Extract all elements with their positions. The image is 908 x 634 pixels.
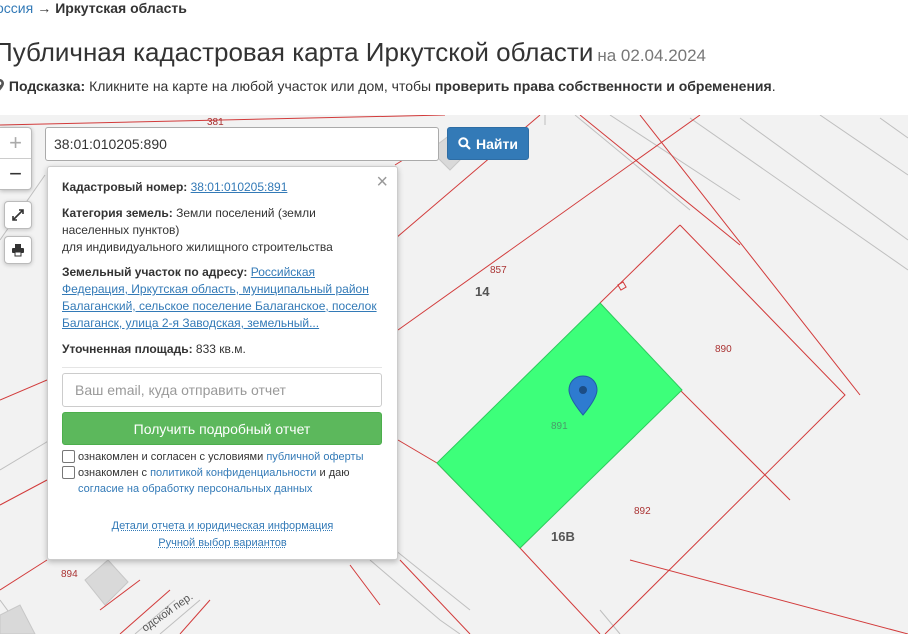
privacy-checkbox[interactable]	[62, 466, 75, 479]
label-857: 857	[490, 265, 507, 276]
address-link-line3[interactable]: Балаганский, сельское поселение Балаганс…	[62, 299, 377, 313]
land-category-label: Категория земель:	[62, 206, 173, 220]
zoom-control: + −	[0, 127, 32, 190]
manual-choice-link[interactable]: Ручной выбор вариантов	[158, 537, 286, 549]
offer-checkbox[interactable]	[62, 450, 75, 463]
hint-text: Кликните на карте на любой участок или д…	[85, 78, 435, 94]
page-title-date: на 02.04.2024	[597, 46, 707, 65]
zoom-in-button[interactable]: +	[0, 128, 31, 159]
address-link-line2[interactable]: Федерация, Иркутская область, муниципаль…	[62, 282, 369, 296]
zoom-out-button[interactable]: −	[0, 159, 31, 189]
search-button-label: Найти	[476, 135, 518, 152]
fullscreen-button[interactable]	[4, 201, 32, 229]
printer-icon	[12, 244, 24, 257]
get-report-button[interactable]: Получить подробный отчет	[62, 412, 382, 445]
hint-end: .	[771, 78, 776, 94]
address-link-line1[interactable]: Российская	[251, 265, 315, 279]
area-label: Уточненная площадь:	[62, 342, 193, 356]
privacy-agreement-mid: и даю	[316, 467, 350, 479]
address-label: Земельный участок по адресу:	[62, 265, 248, 279]
label-14: 14	[475, 284, 490, 299]
search-button[interactable]: Найти	[447, 127, 529, 160]
land-category-row: Категория земель: Земли поселений (земли…	[62, 205, 384, 256]
offer-agreement-text: ознакомлен и согласен с условиями	[78, 451, 267, 463]
divider	[62, 367, 382, 368]
search-input[interactable]	[45, 127, 439, 161]
breadcrumb-current: Иркутская область	[55, 0, 187, 16]
area-value: 833 кв.м.	[192, 342, 246, 356]
cadastral-number-label: Кадастровый номер:	[62, 180, 188, 194]
breadcrumb: оссия→Иркутская область	[0, 0, 187, 16]
area-row: Уточненная площадь: 833 кв.м.	[62, 341, 384, 358]
land-category-line3: для индивидуального жилищного строительс…	[62, 240, 333, 254]
details-link-row: Детали отчета и юридическая информация	[48, 520, 397, 532]
hint-label: Подсказка:	[8, 78, 86, 94]
page-title-text: Публичная кадастровая карта Иркутской об…	[0, 37, 594, 67]
parcel-info-popup: × Кадастровый номер: 38:01:010205:891 Ка…	[47, 166, 398, 560]
label-16v: 16В	[551, 529, 575, 544]
land-category-value: Земли поселений (земли	[172, 206, 316, 220]
hint-bold: проверить права собственности и обремене…	[434, 78, 772, 94]
label-892: 892	[634, 506, 651, 517]
address-row: Земельный участок по адресу: Российская …	[62, 264, 384, 332]
privacy-policy-link[interactable]: политикой конфиденциальности	[150, 467, 316, 479]
page-title: Публичная кадастровая карта Иркутской об…	[0, 37, 706, 68]
label-890: 890	[715, 344, 732, 355]
report-details-link[interactable]: Детали отчета и юридическая информация	[112, 520, 334, 532]
label-894: 894	[61, 569, 78, 580]
pin-icon	[0, 78, 5, 94]
email-field[interactable]	[62, 373, 382, 407]
address-link-line4[interactable]: Балаганск, улица 2-я Заводская, земельны…	[62, 316, 319, 330]
expand-icon	[12, 209, 24, 221]
public-offer-link[interactable]: публичной оферты	[266, 451, 363, 463]
privacy-agreement-text: ознакомлен с	[78, 467, 151, 479]
offer-agreement: ознакомлен и согласен с условиями публич…	[62, 449, 372, 465]
cadastral-number-row: Кадастровый номер: 38:01:010205:891	[62, 179, 384, 196]
hint: Подсказка: Кликните на карте на любой уч…	[0, 78, 776, 94]
small-structure	[617, 281, 627, 291]
breadcrumb-separator: →	[37, 0, 52, 16]
privacy-agreement: ознакомлен с политикой конфиденциальност…	[62, 465, 372, 497]
label-891: 891	[551, 421, 568, 432]
cadastral-number-link[interactable]: 38:01:010205:891	[191, 180, 288, 194]
land-category-line2: населенных пунктов)	[62, 223, 180, 237]
breadcrumb-russia-link[interactable]: оссия	[0, 0, 33, 16]
personal-data-consent-link[interactable]: согласие на обработку персональных данны…	[78, 483, 312, 495]
print-button[interactable]	[4, 236, 32, 264]
manual-choice-row: Ручной выбор вариантов	[48, 537, 397, 549]
search-icon	[458, 137, 471, 150]
